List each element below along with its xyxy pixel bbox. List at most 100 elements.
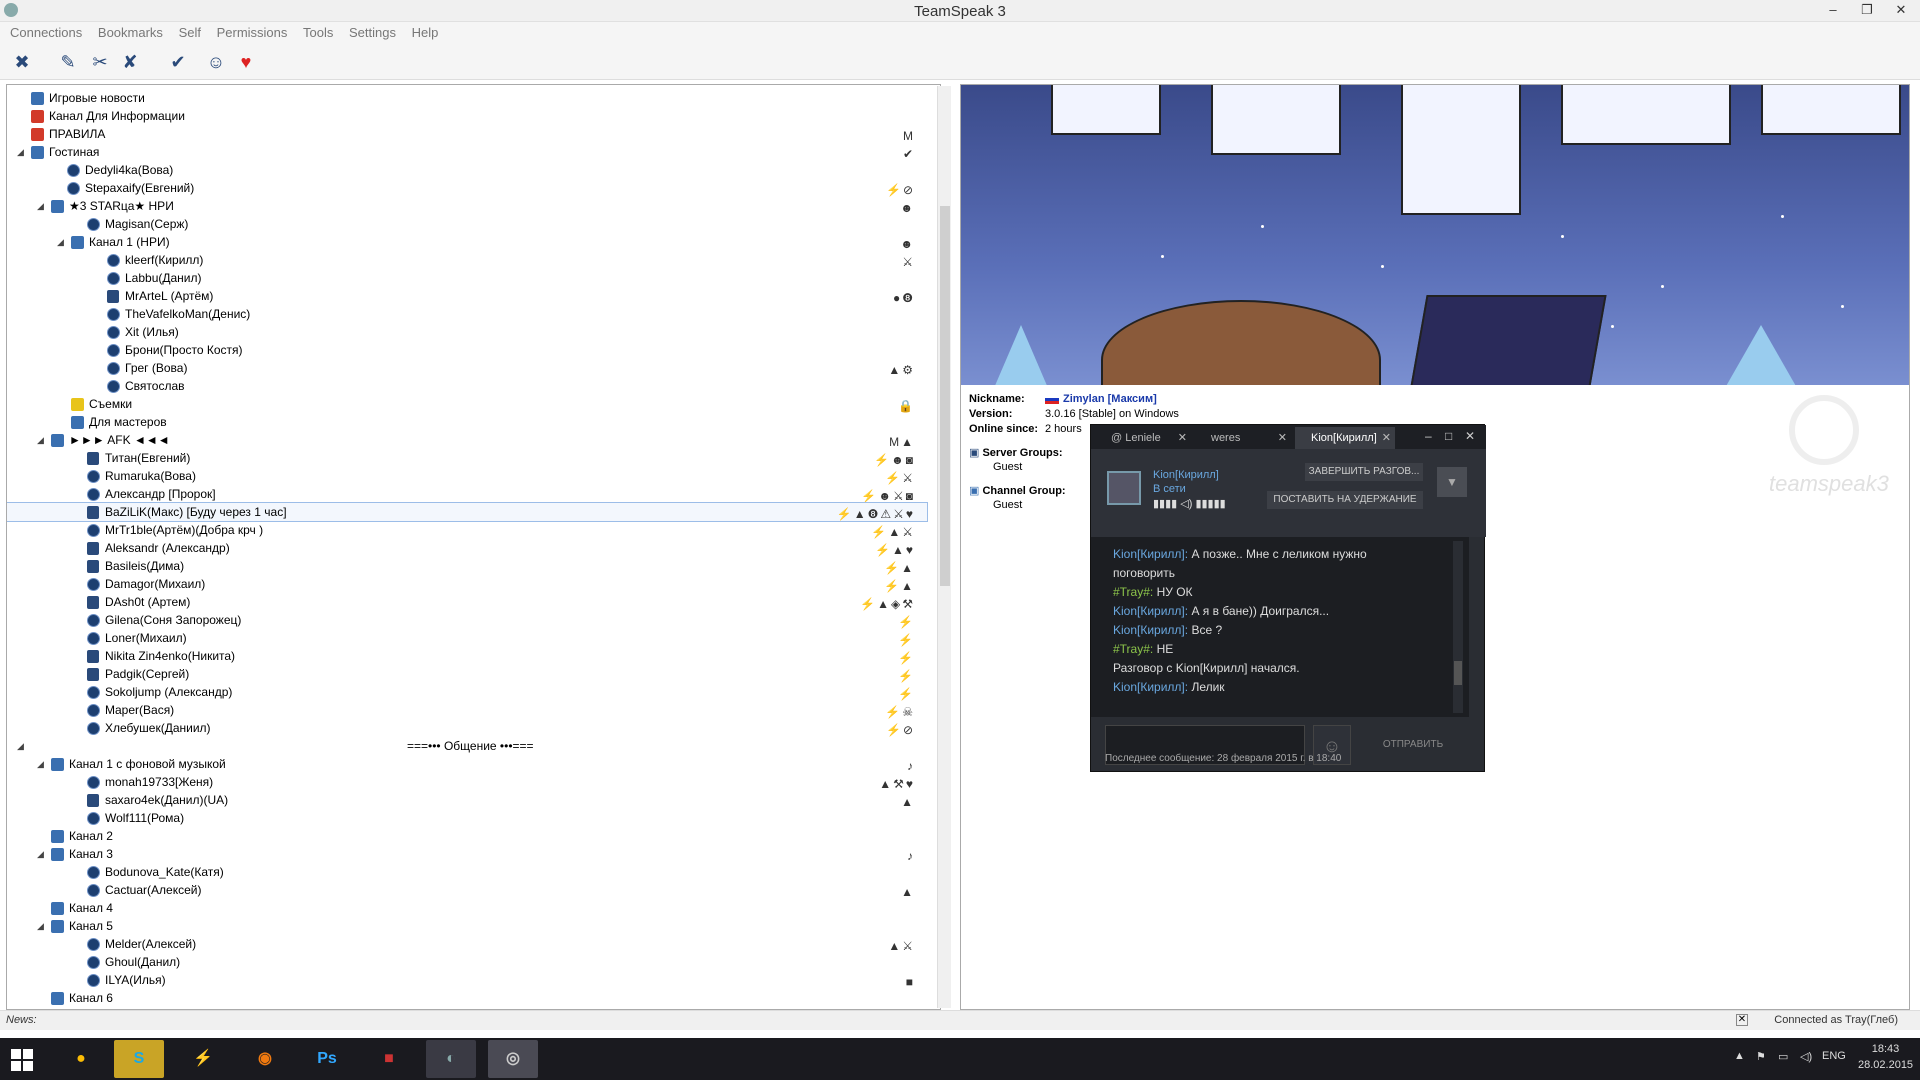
minimize-button[interactable]: – (1818, 0, 1848, 20)
sound-icon[interactable]: ◁) (1800, 1050, 1812, 1063)
client-row[interactable]: monah19733[Женя) ▲⚒♥ (7, 773, 927, 791)
menu-self[interactable]: Self (177, 22, 203, 43)
client-row[interactable]: Rumaruka(Вова) ⚡⚔ (7, 467, 927, 485)
expand-arrow-icon[interactable]: ◢ (37, 431, 44, 449)
maximize-button[interactable]: ❐ (1852, 0, 1882, 20)
client-row[interactable]: saxaro4ek(Данил)(UA) ▲ (7, 791, 927, 809)
channel-row[interactable]: Канал Для Информации (7, 107, 927, 125)
chat-message-sender[interactable]: #Tray#: (1113, 642, 1153, 656)
contacts-icon[interactable]: ☺ (204, 50, 228, 74)
client-row[interactable]: Melder(Алексей) ▲⚔ (7, 935, 927, 953)
client-row[interactable]: Хлебушек(Даниил) ⚡⊘ (7, 719, 927, 737)
expand-arrow-icon[interactable]: ◢ (37, 197, 44, 215)
channel-row[interactable]: Канал 1 с фоновой музыкой ◢ ♪ (7, 755, 927, 773)
channel-row[interactable]: Гостиная ◢ ✔ (7, 143, 927, 161)
client-row[interactable]: Dedyli4ka(Вова) (7, 161, 927, 179)
client-row[interactable]: Basileis(Дима) ⚡▲ (7, 557, 927, 575)
channel-row[interactable]: ★3 STARцa★ НРИ ◢ ☻ (7, 197, 927, 215)
client-row[interactable]: Sokoljump (Александр) ⚡ (7, 683, 927, 701)
dota2-icon[interactable]: ■ (364, 1040, 414, 1078)
chat-message-sender[interactable]: Kion[Кирилл]: (1113, 680, 1188, 694)
client-row[interactable]: Титан(Евгений) ⚡☻◙ (7, 449, 927, 467)
menu-settings[interactable]: Settings (347, 22, 398, 43)
windows-start-icon[interactable] (10, 1048, 34, 1072)
network-app-icon[interactable]: ⚡ (178, 1040, 228, 1078)
expand-arrow-icon[interactable]: ◢ (17, 737, 24, 755)
client-row[interactable]: Stepaxaify(Евгений) ⚡⊘ (7, 179, 927, 197)
channel-row[interactable]: Канал 4 (7, 899, 927, 917)
tab-weres[interactable]: weres ✕ (1195, 427, 1291, 449)
channel-row[interactable]: Канал 1 (НРИ) ◢ ☻ (7, 233, 927, 251)
tab-kion[interactable]: Kion[Кирилл] ✕ (1295, 427, 1395, 449)
client-row[interactable]: Ghoul(Данил) (7, 953, 927, 971)
scrollbar-thumb[interactable] (940, 206, 950, 586)
menu-connections[interactable]: Connections (8, 22, 84, 43)
client-row[interactable]: Aleksandr (Александр) ⚡▲♥ (7, 539, 927, 557)
client-row[interactable]: Bodunova_Kate(Катя) (7, 863, 927, 881)
chrome-icon[interactable]: ● (56, 1040, 106, 1078)
minimize-chat-icon[interactable]: – (1425, 425, 1432, 447)
client-row[interactable]: Gilena(Соня Запорожец) ⚡ (7, 611, 927, 629)
channel-row[interactable]: ►►► AFK ◄◄◄ ◢ M▲ (7, 431, 927, 449)
client-row[interactable]: DAsh0t (Артем) ⚡▲◈⚒ (7, 593, 927, 611)
client-row[interactable]: Грег (Вова) ▲⚙ (7, 359, 927, 377)
steam-icon[interactable]: ◎ (488, 1040, 538, 1078)
expand-arrow-icon[interactable]: ◢ (37, 917, 44, 935)
expand-arrow-icon[interactable]: ◢ (57, 233, 64, 251)
photoshop-icon[interactable]: Ps (302, 1040, 352, 1078)
away-icon[interactable]: ✘ (118, 50, 142, 74)
tray-expand-icon[interactable]: ▲ (1734, 1050, 1745, 1062)
close-tab-icon[interactable]: ✕ (1278, 427, 1287, 449)
client-row[interactable]: Loner(Михаил) ⚡ (7, 629, 927, 647)
volume-icon[interactable]: ▮▮▮▮ ◁) ▮▮▮▮▮ (1153, 497, 1226, 510)
channel-tree-scrollbar[interactable] (937, 86, 951, 1008)
channel-row[interactable]: Для мастеров (7, 413, 927, 431)
client-row[interactable]: TheVafelkoMan(Денис) (7, 305, 927, 323)
channel-row[interactable]: Канал 2 (7, 827, 927, 845)
chat-message-sender[interactable]: Kion[Кирилл]: (1113, 547, 1188, 561)
expand-arrow-icon[interactable]: ◢ (17, 143, 24, 161)
send-button[interactable]: ОТПРАВИТЬ (1357, 725, 1469, 765)
client-row[interactable]: Padgik(Сергей) ⚡ (7, 665, 927, 683)
end-call-button[interactable]: ЗАВЕРШИТЬ РАЗГОВ... (1305, 463, 1423, 481)
menu-tools[interactable]: Tools (301, 22, 335, 43)
client-row[interactable]: Labbu(Данил) (7, 269, 927, 287)
close-button[interactable]: ✕ (1886, 0, 1916, 20)
channel-row[interactable]: Канал 5 ◢ (7, 917, 927, 935)
expand-arrow-icon[interactable]: ◢ (37, 755, 44, 773)
client-row[interactable]: Святослав (7, 377, 927, 395)
channel-row[interactable]: Канал 3 ◢ ♪ (7, 845, 927, 863)
mute-microphone-icon[interactable]: ✎ (56, 50, 80, 74)
client-row[interactable]: Damagor(Михаил) ⚡▲ (7, 575, 927, 593)
menu-bookmarks[interactable]: Bookmarks (96, 22, 165, 43)
channel-row[interactable]: Съемки 🔒 (7, 395, 927, 413)
connect-icon[interactable]: ✖ (10, 50, 34, 74)
client-row[interactable]: MrTr1ble(Артём)(Добра крч ) ⚡▲⚔ (7, 521, 927, 539)
mute-speakers-icon[interactable]: ✂ (88, 50, 112, 74)
channel-row[interactable]: Канал 6 (7, 989, 927, 1007)
client-row[interactable]: Александр [Пророк] ⚡☻⚔◙ (7, 485, 927, 503)
language-indicator[interactable]: ENG (1822, 1050, 1846, 1062)
menu-help[interactable]: Help (410, 22, 441, 43)
expand-arrow-icon[interactable]: ◢ (37, 845, 44, 863)
client-row[interactable]: Maper(Вася) ⚡☠ (7, 701, 927, 719)
chat-icon[interactable]: ✔ (166, 50, 190, 74)
client-row[interactable]: MrArteL (Артём) ●❽ (7, 287, 927, 305)
avatar[interactable] (1107, 471, 1141, 505)
skype-icon[interactable]: S (114, 1040, 164, 1078)
channel-row[interactable]: ПРАВИЛА M (7, 125, 927, 143)
client-row[interactable]: kleerf(Кирилл) ⚔ (7, 251, 927, 269)
menu-permissions[interactable]: Permissions (215, 22, 290, 43)
tab-leniele[interactable]: @ Leniele ✕ (1095, 427, 1191, 449)
chat-user-name[interactable]: Kion[Кирилл] (1153, 469, 1219, 481)
close-chat-icon[interactable]: ✕ (1465, 425, 1475, 447)
client-row[interactable]: Cactuar(Алексей) ▲ (7, 881, 927, 899)
client-row[interactable]: Брони(Просто Костя) (7, 341, 927, 359)
client-row[interactable]: Magisan(Серж) (7, 215, 927, 233)
close-tab-icon[interactable]: ✕ (1382, 427, 1391, 449)
chat-message-sender[interactable]: Kion[Кирилл]: (1113, 604, 1188, 618)
teamspeak-taskbar-icon[interactable]: ◐ (426, 1040, 476, 1078)
client-row[interactable]: Xit (Илья) (7, 323, 927, 341)
channel-row[interactable]: Игровые новости (7, 89, 927, 107)
client-row[interactable]: Nikita Zin4enko(Никита) ⚡ (7, 647, 927, 665)
